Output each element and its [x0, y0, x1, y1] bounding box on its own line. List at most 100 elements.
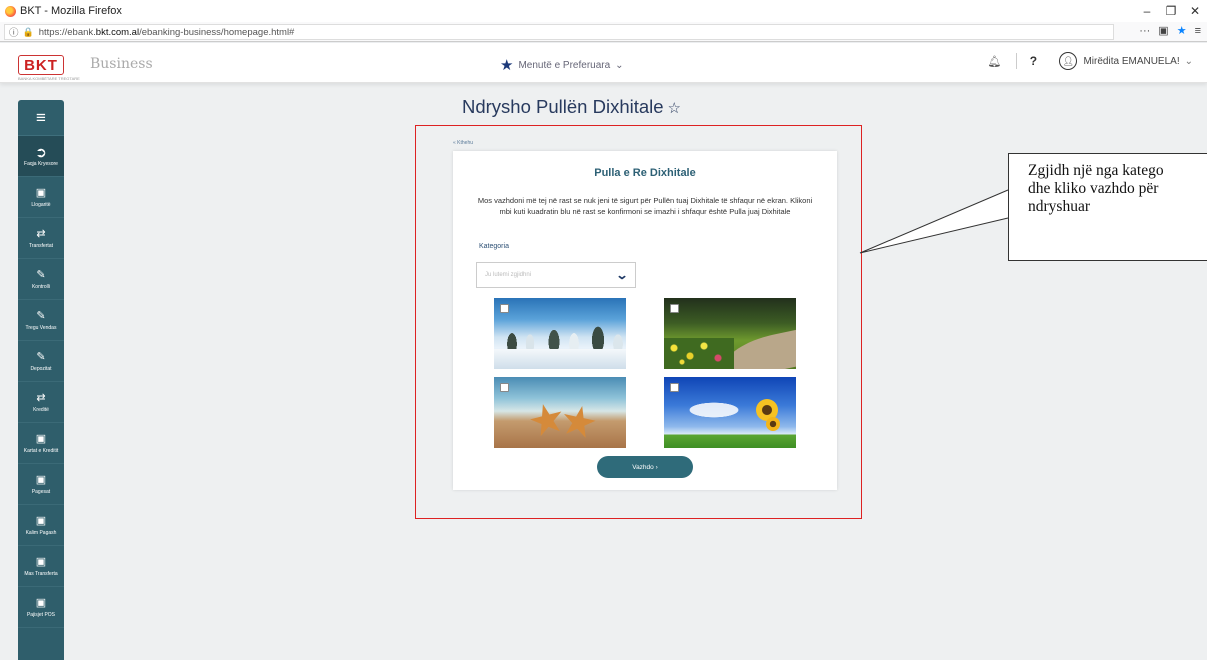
sidebar-item-label: Kalim Pagash — [25, 530, 57, 536]
home-icon: ➲ — [35, 144, 47, 160]
snow-graphic — [494, 349, 626, 369]
user-greeting[interactable]: Mirëdita EMANUELA! — [1083, 56, 1179, 67]
trees-graphic — [494, 316, 626, 350]
cloud-graphic — [674, 397, 754, 423]
sidebar-item-label: Kartat e Kreditit — [23, 448, 59, 454]
sidebar-item[interactable]: ▣ Kalim Pagash — [18, 505, 64, 546]
divider — [1016, 53, 1018, 69]
header-actions: 🔔︎ ? 👤︎ Mirëdita EMANUELA! ⌄ — [980, 52, 1193, 70]
category-label: Kategoria — [479, 243, 509, 250]
sidebar-item-label: Kontrolli — [31, 284, 51, 290]
lock-icon: 🔒 — [22, 26, 34, 37]
sidebar-item[interactable]: ▣ Pajisjet POS — [18, 587, 64, 628]
page-title: Ndrysho Pullën Dixhitale ☆ — [462, 96, 681, 118]
bkt-logo[interactable]: BKT — [18, 55, 64, 75]
info-icon[interactable]: ⓘ — [9, 25, 19, 39]
callout-line: dhe kliko vazhdo për — [1028, 180, 1159, 197]
window-controls: – ❐ ✕ — [1135, 0, 1207, 22]
pos-icon: ▣ — [35, 597, 47, 609]
stamp-image-sunflower[interactable] — [664, 377, 796, 448]
sidebar-item[interactable]: ⇄ Kreditë — [18, 382, 64, 423]
bell-icon[interactable]: 🔔︎ — [980, 55, 1008, 68]
chevron-down-icon: ⌄ — [615, 59, 624, 71]
sidebar-item[interactable]: ✎ Tregu Vendas — [18, 300, 64, 341]
sidebar-item[interactable]: ✎ Kontrolli — [18, 259, 64, 300]
flowers-graphic — [664, 338, 734, 369]
chevron-down-icon: ⌄ — [615, 268, 629, 282]
favorites-menu[interactable]: ★ Menutë e Preferuara ⌄ — [500, 56, 624, 74]
browser-toolbar: ⓘ 🔒 https://ebank. bkt.com.al/ebanking-bu… — [0, 22, 1207, 42]
payment-icon: ▣ — [35, 474, 47, 486]
starfish-graphic: ★ — [555, 394, 603, 448]
card-title: Pulla e Re Dixhitale — [594, 167, 696, 179]
sidebar-item-label: Tregu Vendas — [25, 325, 57, 331]
sidebar-item-label: Pajisjet POS — [26, 612, 56, 618]
back-link[interactable]: « Kthehu — [453, 140, 473, 146]
sidebar-item-label: Transfertat — [29, 243, 53, 249]
window-title: BKT - Mozilla Firefox — [20, 5, 122, 17]
market-icon: ✎ — [36, 310, 46, 322]
help-button[interactable]: ? — [1025, 54, 1041, 68]
transfer-icon: ⇄ — [36, 228, 46, 240]
url-field[interactable]: ⓘ 🔒 https://ebank. bkt.com.al/ebanking-bu… — [4, 24, 1114, 40]
card-icon: ▣ — [35, 433, 47, 445]
sidebar-item[interactable]: ▣ Kartat e Kreditit — [18, 423, 64, 464]
stamp-checkbox[interactable] — [500, 383, 509, 392]
menu-icon[interactable]: ≡ — [1195, 25, 1201, 37]
callout-line: Zgjidh një nga katego — [1028, 162, 1164, 179]
close-button[interactable]: ✕ — [1183, 4, 1207, 18]
sidebar-item[interactable]: ✎ Depozitat — [18, 341, 64, 382]
stamp-image-garden[interactable] — [664, 298, 796, 369]
sidebar-item[interactable]: ⇄ Transfertat — [18, 218, 64, 259]
url-prefix: https://ebank. — [38, 26, 96, 38]
category-placeholder: Ju lutemi zgjidhni — [485, 272, 532, 278]
continue-button[interactable]: Vazhdo › — [597, 456, 693, 478]
sidebar-item-label: Mas Transferta — [24, 571, 58, 577]
brand-business: Business — [90, 56, 153, 72]
avatar[interactable]: 👤︎ — [1059, 52, 1078, 70]
deposit-icon: ✎ — [36, 351, 46, 363]
sunflower-graphic — [766, 417, 780, 431]
sidebar-item[interactable]: ▣ Mas Transferta — [18, 546, 64, 587]
url-domain: bkt.com.al — [95, 26, 140, 38]
stamp-checkbox[interactable] — [670, 383, 679, 392]
browser-titlebar: BKT - Mozilla Firefox – ❐ ✕ — [0, 0, 1207, 22]
callout-line: ndryshuar — [1028, 198, 1090, 215]
toolbar-actions: ··· ▣ ★ ≡ — [1139, 24, 1201, 38]
more-icon[interactable]: ··· — [1139, 25, 1150, 37]
app-header: BKT BANKA KOMBËTARE TREGTARE Business ★ … — [0, 43, 1207, 83]
page-title-text: Ndrysho Pullën Dixhitale — [462, 96, 664, 117]
favorite-star-icon[interactable]: ☆ — [668, 100, 681, 117]
bookmark-star-icon[interactable]: ★ — [1177, 24, 1187, 37]
sidebar-item[interactable]: ▣ Llogaritë — [18, 177, 64, 218]
instruction-callout: Zgjidh një nga katego dhe kliko vazhdo p… — [1008, 153, 1207, 261]
sidebar-item-label: Kreditë — [33, 407, 49, 413]
control-icon: ✎ — [36, 269, 46, 281]
hamburger-menu-icon[interactable]: ≡ — [18, 100, 64, 136]
stamp-image-beach[interactable]: ★ ★ — [494, 377, 626, 448]
sidebar-item-label: Faqja Kryesore — [24, 161, 58, 167]
logo-subtext: BANKA KOMBËTARE TREGTARE — [18, 76, 80, 81]
chevron-down-icon[interactable]: ⌄ — [1185, 56, 1193, 67]
stamp-checkbox[interactable] — [670, 304, 679, 313]
credit-icon: ⇄ — [36, 392, 46, 404]
card-description: Mos vazhdoni më tej në rast se nuk jeni … — [477, 196, 813, 216]
sidebar-item-label: Depozitat — [30, 366, 52, 372]
star-icon: ★ — [500, 57, 514, 74]
sidebar: ≡ ➲ Faqja Kryesore ▣ Llogaritë ⇄ Transfertat ✎… — [18, 100, 64, 660]
stamp-image-winter[interactable] — [494, 298, 626, 369]
favorites-label: Menutë e Preferuara — [518, 59, 611, 71]
sidebar-item[interactable]: ▣ Pagesat — [18, 464, 64, 505]
minimize-button[interactable]: – — [1135, 4, 1159, 18]
url-path: /ebanking-business/homepage.html# — [139, 26, 295, 38]
sidebar-item[interactable]: ➲ Faqja Kryesore — [18, 136, 64, 177]
sidebar-item-label: Llogaritë — [31, 202, 51, 208]
sidebar-item-label: Pagesat — [31, 489, 51, 495]
firefox-icon — [5, 5, 16, 17]
pocket-icon[interactable]: ▣ — [1158, 24, 1168, 37]
restore-button[interactable]: ❐ — [1159, 4, 1183, 18]
stamp-checkbox[interactable] — [500, 304, 509, 313]
salary-icon: ▣ — [35, 515, 47, 527]
category-select[interactable]: Ju lutemi zgjidhni ⌄ — [476, 262, 636, 288]
stamp-card: Pulla e Re Dixhitale Mos vazhdoni më tej… — [453, 151, 837, 490]
